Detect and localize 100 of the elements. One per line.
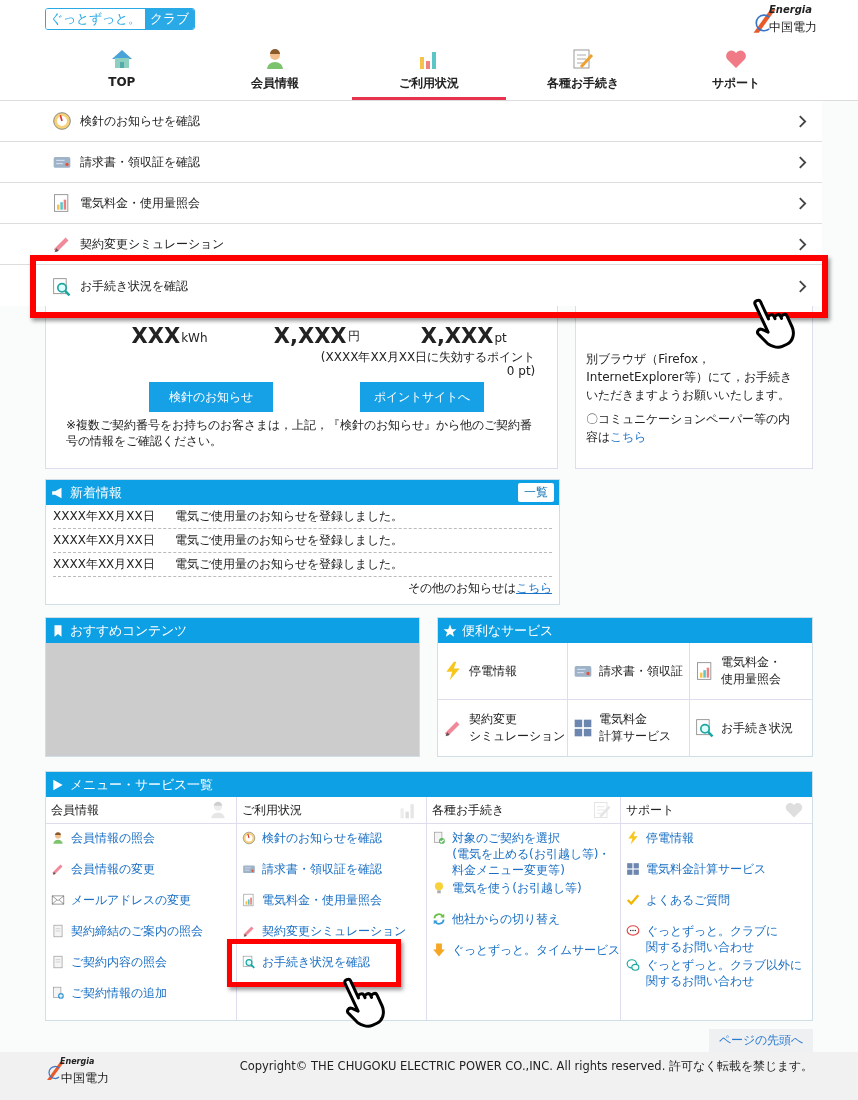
refresh-arrows-icon [432,912,447,926]
magnifier-icon [695,718,715,738]
news-text[interactable]: 電気ご使用量のお知らせを登録しました。 [175,508,403,525]
service-tile[interactable]: 電気料金・ 使用量照会 [690,643,812,700]
note-text: ※複数ご契約番号をお持ちのお客さまは，上記，『検針のお知らせ』から他のご契約番号の情報をご確認ください。 [66,417,534,449]
expiry-points: 0 pt) [506,364,536,378]
gauge-icon [52,111,72,131]
magnifier-icon [241,955,256,969]
document-check-icon [432,831,447,845]
club-logo[interactable]: ぐっとずっと。 クラブ [45,8,195,30]
chevron-icon [798,114,807,128]
document-plus-icon [51,986,65,1000]
column-title: 各種お手続き [432,801,505,819]
chevron-icon [798,280,807,293]
page-top-button[interactable]: ページの先頭へ [709,1029,813,1052]
panel-title: メニュー・サービス一覧 [70,775,214,794]
news-date: XXXX年XX月XX日 [53,556,156,573]
news-text[interactable]: 電気ご使用量のお知らせを登録しました。 [175,556,403,573]
column-title: 会員情報 [51,801,99,819]
menu-link[interactable]: 電気を使う(お引越し等) [432,880,582,896]
value-text: X,XXX [273,324,347,348]
news-text[interactable]: 電気ご使用量のお知らせを登録しました。 [175,532,403,549]
brand-subtitle: 中国電力 [61,1070,109,1087]
link[interactable]: こちら [610,430,647,444]
menu-link[interactable]: 契約変更シミュレーション [241,923,406,939]
service-tile[interactable]: 停電情報 [438,643,568,700]
dropdown-item[interactable]: 電気料金・使用量照会 [0,183,822,224]
menu-link[interactable]: 請求書・領収証を確認 [241,861,382,877]
nav-tab[interactable]: 各種お手続き [505,44,660,100]
megaphone-icon [51,485,65,500]
document-icon [51,924,65,938]
nav-tab[interactable]: 会員情報 [198,44,353,100]
dropdown-item[interactable]: 検針のお知らせを確認 [0,101,822,142]
copyright-text: Copyright© THE CHUGOKU ELECTRIC POWER CO.,INC. All rights reserved. 許可なく転載を禁じます。 [239,1059,813,1074]
menu-link[interactable]: 対象のご契約を選択 (電気を止める(お引越し等)・ 料金メニュー変更等) [432,830,611,878]
menu-link[interactable]: 電気料金・使用量照会 [241,892,382,908]
chevron-icon [798,196,807,210]
menu-link[interactable]: ぐっとずっと。クラブ以外に 関するお問い合わせ [626,957,803,989]
menu-link[interactable]: お手続き状況を確認 [226,939,401,987]
gauge-icon [241,831,256,845]
menu-link[interactable]: メールアドレスの変更 [51,892,191,908]
menu-link[interactable]: 会員情報の照会 [51,830,155,846]
heart-icon [784,800,804,820]
document-icon [51,955,65,969]
value-text: X,XXX [420,324,494,348]
more-text: その他のお知らせはこちら [407,580,552,597]
notice-text: 〇コミュニケーションペーパー等の内容はこちら [586,411,792,446]
play-icon [51,777,65,792]
menu-link[interactable]: ご契約内容の照会 [51,954,167,970]
person-icon [51,831,65,845]
brand-subtitle: 中国電力 [769,19,817,36]
nav-tab[interactable]: TOP [45,44,199,100]
panel-title: おすすめコンテンツ [70,621,188,640]
calculator-icon [626,862,641,876]
nav-tab[interactable]: サポート [659,44,813,100]
chevron-icon [798,155,807,169]
notice-text: 別ブラウザ（Firefox，InternetExplorer等）にて，お手続きいただきますようお願いいたします。 [586,351,793,404]
chevron-icon [798,237,807,251]
envelope-icon [51,893,65,907]
notepad-pencil-icon [592,800,613,820]
unit-text: 円 [347,328,360,345]
pencil-icon [241,924,256,938]
action-button[interactable]: 検針のお知らせ [149,382,274,412]
brand-name: Energia [769,4,812,15]
speech-bubbles-icon [626,958,641,972]
panel-title: 新着情報 [70,483,123,502]
check-mark-icon [626,893,641,907]
pencil-icon [51,862,65,876]
menu-link[interactable]: 停電情報 [626,830,695,846]
service-tile[interactable]: お手続き状況 [690,700,812,756]
menu-link[interactable]: 電気料金計算サービス [626,861,767,877]
menu-link[interactable]: 他社からの切り替え [432,911,561,927]
down-arrow-icon [432,943,447,957]
unit-text: pt [494,331,507,345]
service-tile[interactable]: 請求書・領収証 [568,643,690,700]
magnifier-icon [52,276,72,297]
panel-title: 便利なサービス [462,621,554,640]
menu-link[interactable]: よくあるご質問 [626,892,731,908]
dropdown-item[interactable]: 契約変更シミュレーション [0,224,822,265]
sheet-chart-icon [241,893,256,907]
value-text: XXX [131,324,181,348]
menu-link[interactable]: ぐっとずっと。タイムサービス [432,942,621,958]
expiry-note: (XXXX年XX月XX日に失効するポイント [320,350,536,364]
menu-link[interactable]: 契約締結のご案内の照会 [51,923,203,939]
star-icon [443,623,457,638]
dropdown-item[interactable]: 請求書・領収証を確認 [0,142,822,183]
menu-link[interactable]: ご契約情報の追加 [51,985,167,1001]
action-button[interactable]: ポイントサイトへ [359,382,484,412]
menu-link[interactable]: 検針のお知らせを確認 [241,830,382,846]
column-title: サポート [626,801,675,819]
link[interactable]: こちら [516,581,552,595]
brand-name: Energia [60,1057,95,1066]
menu-link[interactable]: 会員情報の変更 [51,861,155,877]
column-title: ご利用状況 [241,801,302,819]
service-tile[interactable]: 契約変更 シミュレーション [438,700,568,756]
menu-link[interactable]: ぐっとずっと。クラブに 関するお問い合わせ [626,923,779,955]
service-tile[interactable]: 電気料金 計算サービス [568,700,690,756]
list-button[interactable]: 一覧 [518,483,554,502]
news-date: XXXX年XX月XX日 [53,532,156,549]
dropdown-item[interactable]: お手続き状況を確認 [30,255,828,318]
